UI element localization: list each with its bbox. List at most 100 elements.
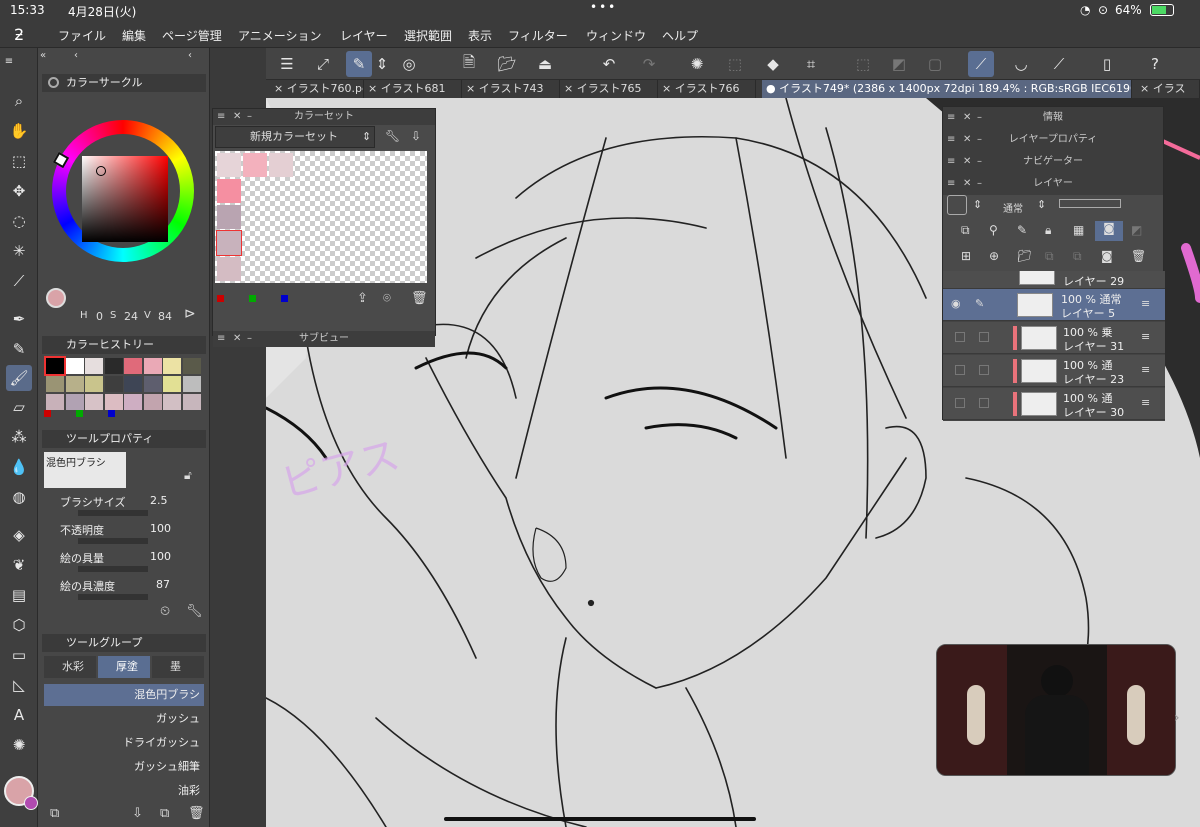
mask-disable-icon[interactable]: ◩ xyxy=(1131,223,1142,237)
pen-stand-icon[interactable]: ⟋ xyxy=(1046,51,1072,77)
history-color-swatch[interactable] xyxy=(85,358,103,374)
collapse-left-icon[interactable]: « xyxy=(40,50,46,61)
history-color-swatch[interactable] xyxy=(143,358,162,374)
history-color-swatch[interactable] xyxy=(104,358,123,374)
mask-icon[interactable]: ◙ xyxy=(1101,249,1113,263)
history-color-swatch[interactable] xyxy=(85,394,103,410)
pencil-tool-icon[interactable]: ✎ xyxy=(6,336,32,362)
decoration-tool-icon[interactable]: ⁂ xyxy=(6,424,32,450)
history-color-swatch[interactable] xyxy=(163,394,181,410)
paint-amount-row[interactable]: 絵の具量 100 xyxy=(44,550,204,576)
opacity-slider[interactable] xyxy=(1059,199,1121,208)
slider-track[interactable] xyxy=(78,510,148,516)
hand-tool-icon[interactable]: ✋ xyxy=(6,118,32,144)
grip-icon[interactable]: ≡ xyxy=(2,52,16,70)
color-mode-icon[interactable]: ⊳ xyxy=(184,306,196,322)
duplicate-icon[interactable]: ⧉ xyxy=(160,806,169,821)
text-tool-icon[interactable]: A xyxy=(6,702,32,728)
doc-tab[interactable]: × イラスト766 xyxy=(658,80,756,98)
trash-icon[interactable]: 🗑︎ xyxy=(411,291,428,306)
color-swatch[interactable] xyxy=(243,153,267,177)
zoom-tool-icon[interactable]: ⌕ xyxy=(6,88,32,114)
visibility-checkbox[interactable] xyxy=(955,365,965,375)
figure-tool-icon[interactable]: ◍ xyxy=(6,484,32,510)
crop-icon[interactable]: ⌗ xyxy=(798,51,824,77)
visibility-checkbox[interactable] xyxy=(955,398,965,408)
updown-icon[interactable]: ⇕ xyxy=(374,51,390,77)
import-icon[interactable]: ⇩ xyxy=(411,129,421,143)
history-color-swatch[interactable] xyxy=(65,376,84,392)
mask-enable-icon[interactable]: ◙ xyxy=(1095,221,1123,241)
color-swatch[interactable] xyxy=(269,153,293,177)
new-file-icon[interactable]: 🗎 xyxy=(456,51,482,77)
history-color-swatch[interactable] xyxy=(143,394,162,410)
collapse-icon[interactable]: ‹ xyxy=(74,50,78,61)
new-folder-icon[interactable]: 📁︎ xyxy=(1017,249,1032,263)
doc-tab[interactable]: × イラスト760.pe xyxy=(270,80,364,98)
menu-selection[interactable]: 選択範囲 xyxy=(404,27,452,44)
brush-size-row[interactable]: ブラシサイズ 2.5 xyxy=(44,494,204,520)
color-swatch-selected[interactable] xyxy=(216,230,242,256)
pen-tool-icon[interactable]: ✒ xyxy=(6,306,32,332)
decoration-2-icon[interactable]: ❦ xyxy=(6,552,32,578)
color-swatch[interactable] xyxy=(217,205,241,229)
history-color-swatch[interactable] xyxy=(163,358,181,374)
frame-tool-icon[interactable]: ▭ xyxy=(6,642,32,668)
history-color-swatch[interactable] xyxy=(124,394,142,410)
paint-density-row[interactable]: 絵の具濃度 87 xyxy=(44,578,204,604)
undo-icon[interactable]: ↶ xyxy=(596,51,622,77)
color-set-select[interactable]: 新規カラーセット ⇕ xyxy=(215,126,375,148)
magic-wand-icon[interactable]: ✳ xyxy=(6,238,32,264)
eye-icon[interactable]: ◉ xyxy=(951,297,961,310)
menu-page[interactable]: ページ管理 xyxy=(162,27,222,44)
edit-checkbox[interactable] xyxy=(979,332,989,342)
doc-tab[interactable]: × イラス xyxy=(1136,80,1200,98)
group-tab-thick[interactable]: 厚塗 xyxy=(98,656,150,678)
device-icon[interactable]: ▯ xyxy=(1094,51,1120,77)
lasso-tool-icon[interactable]: ◌ xyxy=(6,208,32,234)
blend-mode-label[interactable]: 通常 xyxy=(1003,200,1023,215)
pip-handle-icon[interactable]: › xyxy=(1174,710,1180,726)
import-icon[interactable]: ⇩ xyxy=(132,806,143,821)
group-tab-watercolor[interactable]: 水彩 xyxy=(44,656,96,678)
object-tool-icon[interactable]: ⬚ xyxy=(6,148,32,174)
invert-icon[interactable]: ◩ xyxy=(886,51,912,77)
color-preview[interactable] xyxy=(46,288,66,308)
menu-layer[interactable]: レイヤー xyxy=(340,27,388,44)
wrench-icon[interactable]: 🔧︎ xyxy=(186,604,203,619)
history-color-swatch[interactable] xyxy=(182,394,201,410)
layer-titlebar[interactable]: ≡ ✕ – レイヤー xyxy=(943,173,1163,195)
history-color-swatch[interactable] xyxy=(182,376,201,392)
history-color-swatch[interactable] xyxy=(124,358,142,374)
sv-cursor[interactable] xyxy=(96,166,106,176)
navigator-titlebar[interactable]: ≡ ✕ – ナビゲーター xyxy=(943,151,1163,173)
pip-video[interactable] xyxy=(936,644,1176,776)
grip-icon[interactable]: ≡ xyxy=(217,109,225,125)
color-circle-header[interactable]: カラーサークル xyxy=(42,74,206,92)
menu-animation[interactable]: アニメーション xyxy=(238,27,322,44)
color-history-header[interactable]: カラーヒストリー xyxy=(42,336,206,354)
fill-tool-icon[interactable]: ◈ xyxy=(6,522,32,548)
history-color-swatch[interactable] xyxy=(85,376,103,392)
trash-icon[interactable]: 🗑︎ xyxy=(1131,249,1146,263)
app-logo-icon[interactable]: ƻ xyxy=(14,25,24,44)
new-raster-layer-icon[interactable]: ⊞ xyxy=(961,249,971,263)
doc-tab[interactable]: × イラスト765 xyxy=(560,80,658,98)
blend-tool-icon[interactable]: 💧 xyxy=(6,454,32,480)
save-icon[interactable]: ⏏ xyxy=(532,51,558,77)
lock-icon[interactable]: 🔒︎ xyxy=(1045,223,1051,238)
spiral-icon[interactable]: ◎ xyxy=(396,51,422,77)
history-color-swatch[interactable] xyxy=(104,394,123,410)
doc-tab[interactable]: × イラスト681 xyxy=(364,80,462,98)
menu-filter[interactable]: フィルター xyxy=(508,27,568,44)
saturation-value-square[interactable] xyxy=(82,156,168,242)
minimize-icon[interactable]: – xyxy=(247,331,252,347)
brush-preview[interactable]: 混色円ブラシ xyxy=(44,452,126,488)
brush-item[interactable]: ドライガッシュ xyxy=(44,732,204,754)
history-color-swatch[interactable] xyxy=(182,358,201,374)
settings-icon[interactable]: ⏲ xyxy=(160,604,170,619)
tool-property-header[interactable]: ツールプロパティ xyxy=(42,430,206,448)
expand-icon[interactable]: ‹ xyxy=(188,50,192,61)
close-icon[interactable]: ✕ xyxy=(233,109,241,125)
brush-item[interactable]: ガッシュ細筆 xyxy=(44,756,204,778)
